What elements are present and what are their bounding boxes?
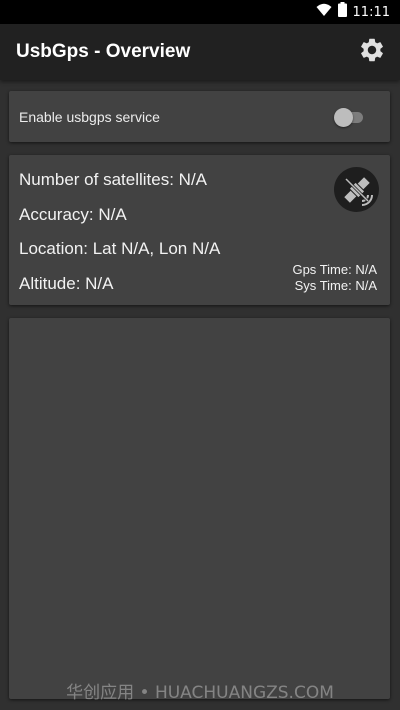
map-card (9, 318, 390, 699)
gps-info-card: Number of satellites: N/A Accuracy: N/A … (9, 155, 390, 305)
gps-time-text: Gps Time: N/A (292, 262, 377, 277)
enable-service-switch[interactable] (334, 107, 364, 127)
service-card: Enable usbgps service (9, 91, 390, 142)
satellites-text: Number of satellites: N/A (19, 170, 208, 189)
gear-icon (358, 36, 386, 69)
switch-thumb (334, 107, 353, 127)
battery-icon (337, 2, 347, 22)
enable-service-label: Enable usbgps service (19, 108, 160, 125)
app-title: UsbGps - Overview (16, 41, 191, 62)
location-text: Location: Lat N/A, Lon N/A (19, 239, 221, 258)
wifi-icon (316, 3, 332, 22)
watermark: 华创应用 • HUACHUANGZS.COM (66, 683, 334, 703)
time-block: Gps Time: N/A Sys Time: N/A (292, 262, 377, 294)
sys-time-text: Sys Time: N/A (294, 278, 377, 293)
status-bar: 11:11 (0, 0, 400, 24)
status-icons: 11:11 (316, 2, 390, 22)
settings-button[interactable] (356, 36, 388, 68)
status-time: 11:11 (352, 4, 390, 20)
app-bar: UsbGps - Overview (0, 24, 400, 80)
altitude-text: Altitude: N/A (19, 274, 114, 293)
accuracy-text: Accuracy: N/A (19, 205, 127, 224)
satellite-off-icon (334, 167, 379, 212)
